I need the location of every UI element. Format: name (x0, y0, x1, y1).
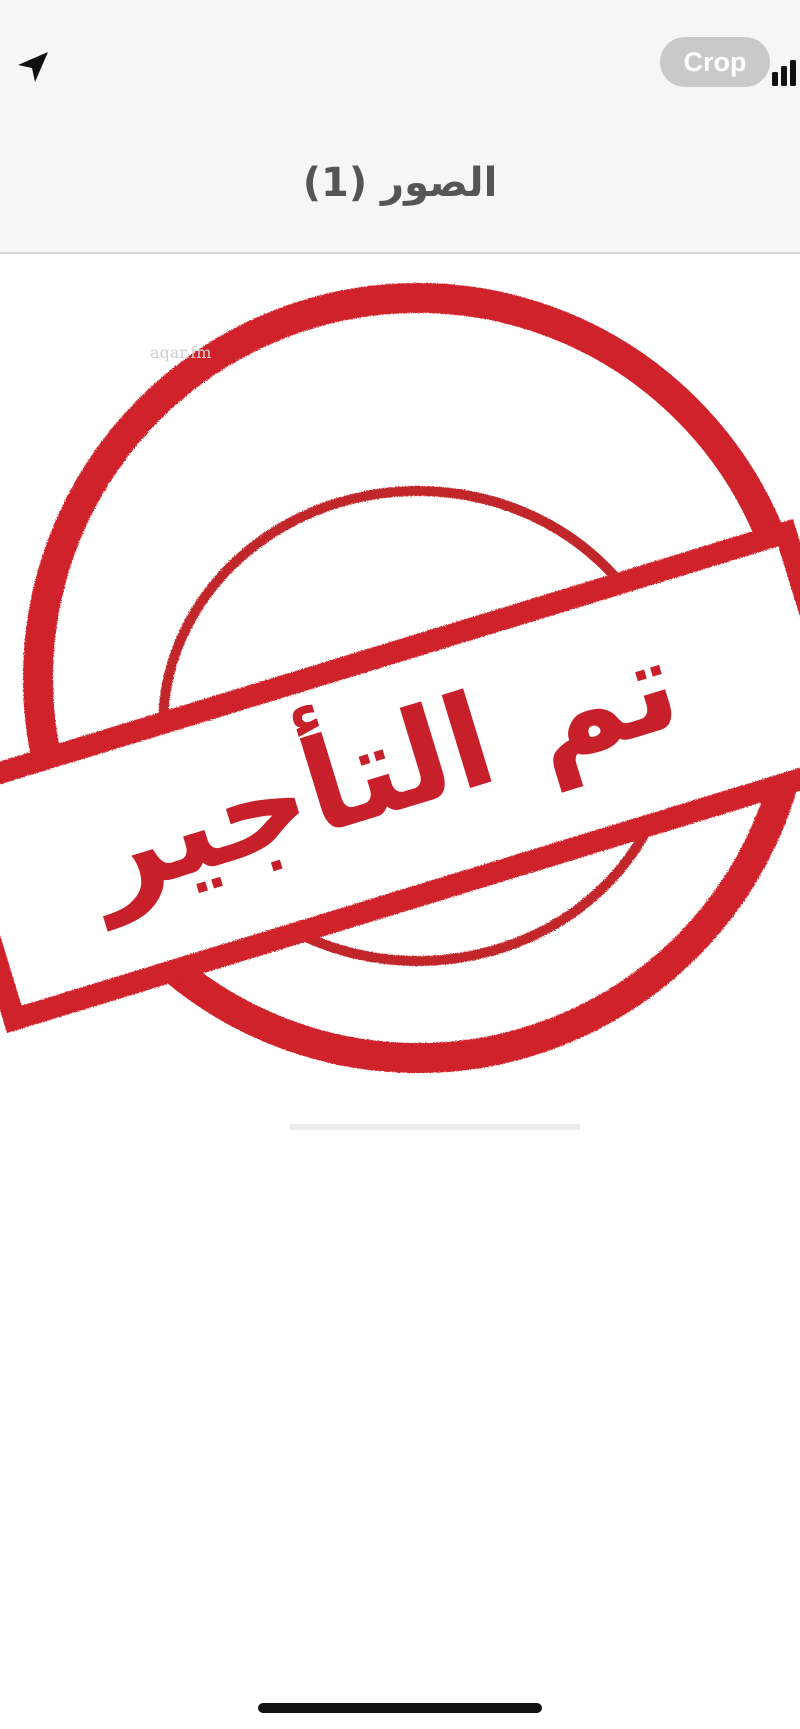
home-indicator[interactable] (258, 1703, 542, 1713)
location-arrow-icon (18, 52, 48, 82)
photo-viewer-screen: Crop الصور (1) aqar.fm تم التأجير (0, 0, 800, 1729)
page-title: الصور (1) (302, 160, 498, 206)
stamp-smudge (290, 1124, 580, 1130)
watermark-text: aqar.fm (150, 343, 211, 362)
crop-button[interactable]: Crop (660, 37, 770, 87)
stamp (0, 283, 800, 1073)
status-bar: Crop (0, 0, 800, 120)
listing-photo[interactable]: aqar.fm تم التأجير (0, 256, 800, 1186)
rented-stamp-image: aqar.fm تم التأجير (0, 283, 800, 1130)
navigation-bar: الصور (1) (0, 120, 800, 254)
cellular-signal-icon (772, 60, 796, 86)
